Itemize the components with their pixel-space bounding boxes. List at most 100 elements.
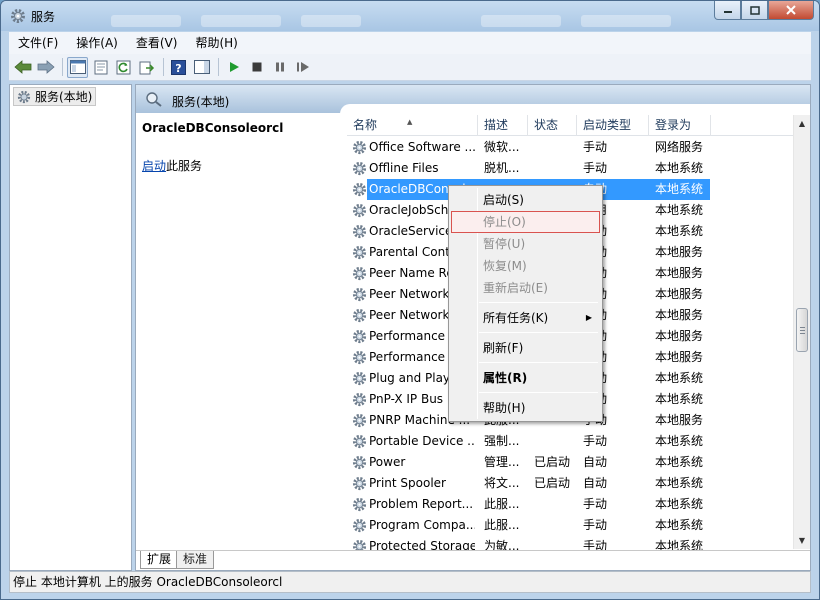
table-row[interactable]: Program Compa... 此服... 手动 本地系统: [347, 515, 799, 536]
search-gear-icon: [146, 92, 162, 107]
cell-desc: 为敏...: [484, 539, 520, 550]
vertical-scrollbar[interactable]: ▲ ▼: [793, 115, 810, 549]
service-gear-icon: [352, 413, 367, 431]
maximize-button[interactable]: [741, 1, 768, 20]
tree-item-services-local[interactable]: 服务(本地): [13, 87, 97, 106]
help-button[interactable]: ?: [168, 57, 189, 78]
table-row[interactable]: Print Spooler 将文... 已启动 自动 本地系统: [347, 473, 799, 494]
table-row[interactable]: Offline Files 脱机... 手动 本地系统: [347, 158, 799, 179]
menu-item-pause[interactable]: 暂停(U): [451, 233, 600, 255]
refresh-button[interactable]: [113, 57, 134, 78]
menu-separator: [479, 302, 598, 303]
cell-logon: 本地系统: [655, 476, 704, 490]
menu-separator: [479, 332, 598, 333]
service-gear-icon: [352, 476, 367, 494]
show-action-pane-button[interactable]: [191, 57, 212, 78]
cell-logon: 本地系统: [655, 497, 704, 511]
cell-name: Protected Storage: [369, 539, 475, 550]
extended-description: OracleDBConsoleorcl 启动此服务: [136, 113, 346, 550]
refresh-icon: [116, 60, 131, 74]
export-list-button[interactable]: [136, 57, 157, 78]
cell-logon: 本地系统: [655, 455, 704, 469]
close-button[interactable]: [768, 1, 814, 20]
restart-service-button[interactable]: [292, 57, 313, 78]
pause-service-button[interactable]: [269, 57, 290, 78]
tab-extended[interactable]: 扩展: [140, 551, 179, 569]
cell-startup: 手动: [583, 539, 608, 550]
forward-arrow-icon: [37, 60, 55, 74]
tab-standard[interactable]: 标准: [176, 551, 215, 569]
column-header-label: 名称: [353, 118, 378, 132]
console-tree: 服务(本地): [9, 84, 132, 571]
menu-file[interactable]: 文件(F): [9, 32, 67, 54]
menu-action[interactable]: 操作(A): [67, 32, 127, 54]
scroll-thumb[interactable]: [796, 308, 808, 352]
cell-startup: 自动: [583, 455, 608, 469]
menu-view[interactable]: 查看(V): [127, 32, 187, 54]
menu-item-refresh[interactable]: 刷新(F): [451, 337, 600, 359]
cell-startup: 手动: [583, 518, 608, 532]
toolbar-separator: [163, 58, 164, 76]
cell-name: Program Compa...: [369, 518, 475, 532]
table-row[interactable]: Office Software ... 微软... 手动 网络服务: [347, 137, 799, 158]
stop-service-button[interactable]: [246, 57, 267, 78]
menu-help[interactable]: 帮助(H): [186, 32, 246, 54]
column-header-description[interactable]: 描述: [478, 115, 528, 136]
title-bar[interactable]: 服务: [1, 1, 819, 31]
menu-item-resume[interactable]: 恢复(M): [451, 255, 600, 277]
pane-header-title: 服务(本地): [172, 95, 230, 109]
service-gear-icon: [352, 392, 367, 410]
toolbar-separator: [62, 58, 63, 76]
menu-item-start[interactable]: 启动(S): [451, 189, 600, 211]
back-button[interactable]: [12, 57, 33, 78]
menu-item-all-tasks[interactable]: 所有任务(K) ▶: [451, 307, 600, 329]
menu-item-help[interactable]: 帮助(H): [451, 397, 600, 419]
scroll-down-arrow-icon[interactable]: ▼: [794, 532, 810, 549]
console-tree-icon: [69, 60, 86, 74]
background-blur: [301, 15, 361, 27]
cell-startup: 手动: [583, 434, 608, 448]
start-service-link[interactable]: 启动: [142, 159, 166, 173]
properties-sheet-button[interactable]: [90, 57, 111, 78]
minimize-button[interactable]: [714, 1, 741, 20]
forward-button[interactable]: [35, 57, 56, 78]
sort-up-icon: ▲: [407, 118, 413, 126]
cell-logon: 本地服务: [655, 350, 704, 364]
menu-item-properties[interactable]: 属性(R): [451, 367, 600, 389]
cell-logon: 本地系统: [655, 182, 704, 196]
service-gear-icon: [352, 497, 367, 515]
cell-logon: 本地系统: [655, 161, 704, 175]
cell-logon: 本地系统: [655, 371, 704, 385]
service-gear-icon: [352, 224, 367, 242]
back-arrow-icon: [13, 60, 31, 74]
stop-icon: [252, 62, 261, 72]
cell-startup: 手动: [583, 161, 608, 175]
pause-icon: [275, 62, 284, 72]
scroll-up-arrow-icon[interactable]: ▲: [794, 115, 810, 132]
action-pane-icon: [193, 60, 210, 74]
cell-status: [534, 536, 578, 550]
cell-name: Office Software ...: [369, 140, 475, 154]
table-row[interactable]: Portable Device ... 强制... 手动 本地系统: [347, 431, 799, 452]
table-row[interactable]: Protected Storage 为敏... 手动 本地系统: [347, 536, 799, 550]
start-service-suffix: 此服务: [166, 159, 203, 173]
svg-text:?: ?: [175, 62, 181, 75]
cell-status: [534, 515, 578, 536]
cell-desc: 强制...: [484, 434, 520, 448]
cell-logon: 本地服务: [655, 308, 704, 322]
column-header-status[interactable]: 状态: [528, 115, 577, 136]
cell-desc: 此服...: [484, 518, 520, 532]
start-service-button[interactable]: [223, 57, 244, 78]
menu-item-restart[interactable]: 重新启动(E): [451, 277, 600, 299]
show-console-tree-button[interactable]: [67, 56, 88, 78]
table-row[interactable]: Power 管理... 已启动 自动 本地系统: [347, 452, 799, 473]
column-header-startup-type[interactable]: 启动类型: [577, 115, 649, 136]
cell-logon: 本地服务: [655, 245, 704, 259]
table-row[interactable]: Problem Report... 此服... 手动 本地系统: [347, 494, 799, 515]
column-header-name[interactable]: ▲ 名称: [347, 115, 478, 136]
service-gear-icon: [352, 245, 367, 263]
gear-icon: [17, 90, 31, 103]
cell-startup: 自动: [583, 476, 608, 490]
menu-item-stop[interactable]: 停止(O): [451, 211, 600, 233]
column-header-logon-as[interactable]: 登录为: [649, 115, 711, 136]
